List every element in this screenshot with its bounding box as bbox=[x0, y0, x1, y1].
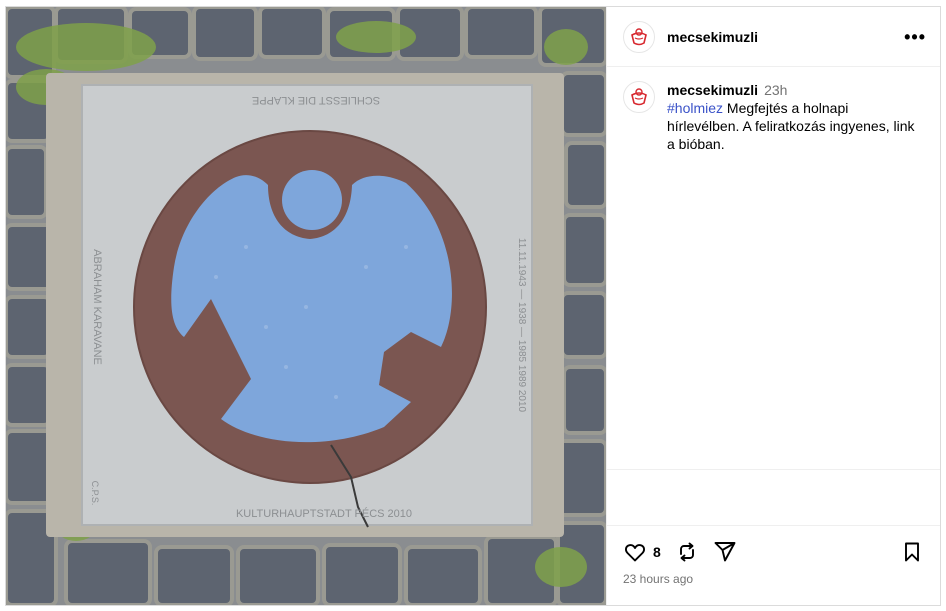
plaque-left-text: ABRAHAM KARAVANE bbox=[91, 249, 103, 365]
post-sidebar: mecsekimuzli ••• mecsekimuzli 23h #holmie… bbox=[606, 7, 940, 605]
paper-plane-icon[interactable] bbox=[713, 540, 737, 564]
action-row: 8 bbox=[623, 540, 924, 564]
post-container: SCHLIESST DIE KLAPPE ABRAHAM KARAVANE 11… bbox=[5, 6, 941, 606]
plaque-corner-text: C.P.S. bbox=[90, 481, 100, 506]
mascot-avatar-icon[interactable] bbox=[623, 81, 655, 113]
actions-area: 8 23 hours ago bbox=[607, 525, 940, 605]
likes-count[interactable]: 8 bbox=[653, 544, 661, 560]
caption-username[interactable]: mecsekimuzli bbox=[667, 82, 758, 98]
divider bbox=[607, 469, 940, 470]
plaque-right-text: 11.11.1943 — 1938 — 1985 1989 2010 bbox=[516, 238, 527, 413]
bookmark-icon[interactable] bbox=[900, 540, 924, 564]
hashtag-link[interactable]: #holmiez bbox=[667, 100, 723, 116]
more-options-button[interactable]: ••• bbox=[904, 28, 926, 46]
plaque-bottom-text: KULTURHAUPTSTADT PÉCS 2010 bbox=[236, 507, 412, 520]
heart-icon[interactable] bbox=[623, 540, 647, 564]
caption-body: mecsekimuzli 23h #holmiez Megfejtés a hol… bbox=[667, 81, 922, 153]
caption-time[interactable]: 23h bbox=[764, 82, 787, 98]
repost-icon[interactable] bbox=[675, 540, 699, 564]
header-username[interactable]: mecsekimuzli bbox=[667, 29, 758, 45]
mascot-avatar-icon[interactable] bbox=[623, 20, 655, 53]
caption: mecsekimuzli 23h #holmiez Megfejtés a hol… bbox=[623, 81, 924, 153]
plaque-top-text: SCHLIESST DIE KLAPPE bbox=[252, 94, 380, 106]
post-photo[interactable]: SCHLIESST DIE KLAPPE ABRAHAM KARAVANE 11… bbox=[6, 7, 606, 605]
post-header: mecsekimuzli ••• bbox=[607, 7, 940, 67]
plaque-photo: SCHLIESST DIE KLAPPE ABRAHAM KARAVANE 11… bbox=[6, 7, 606, 605]
post-timestamp[interactable]: 23 hours ago bbox=[623, 572, 924, 586]
